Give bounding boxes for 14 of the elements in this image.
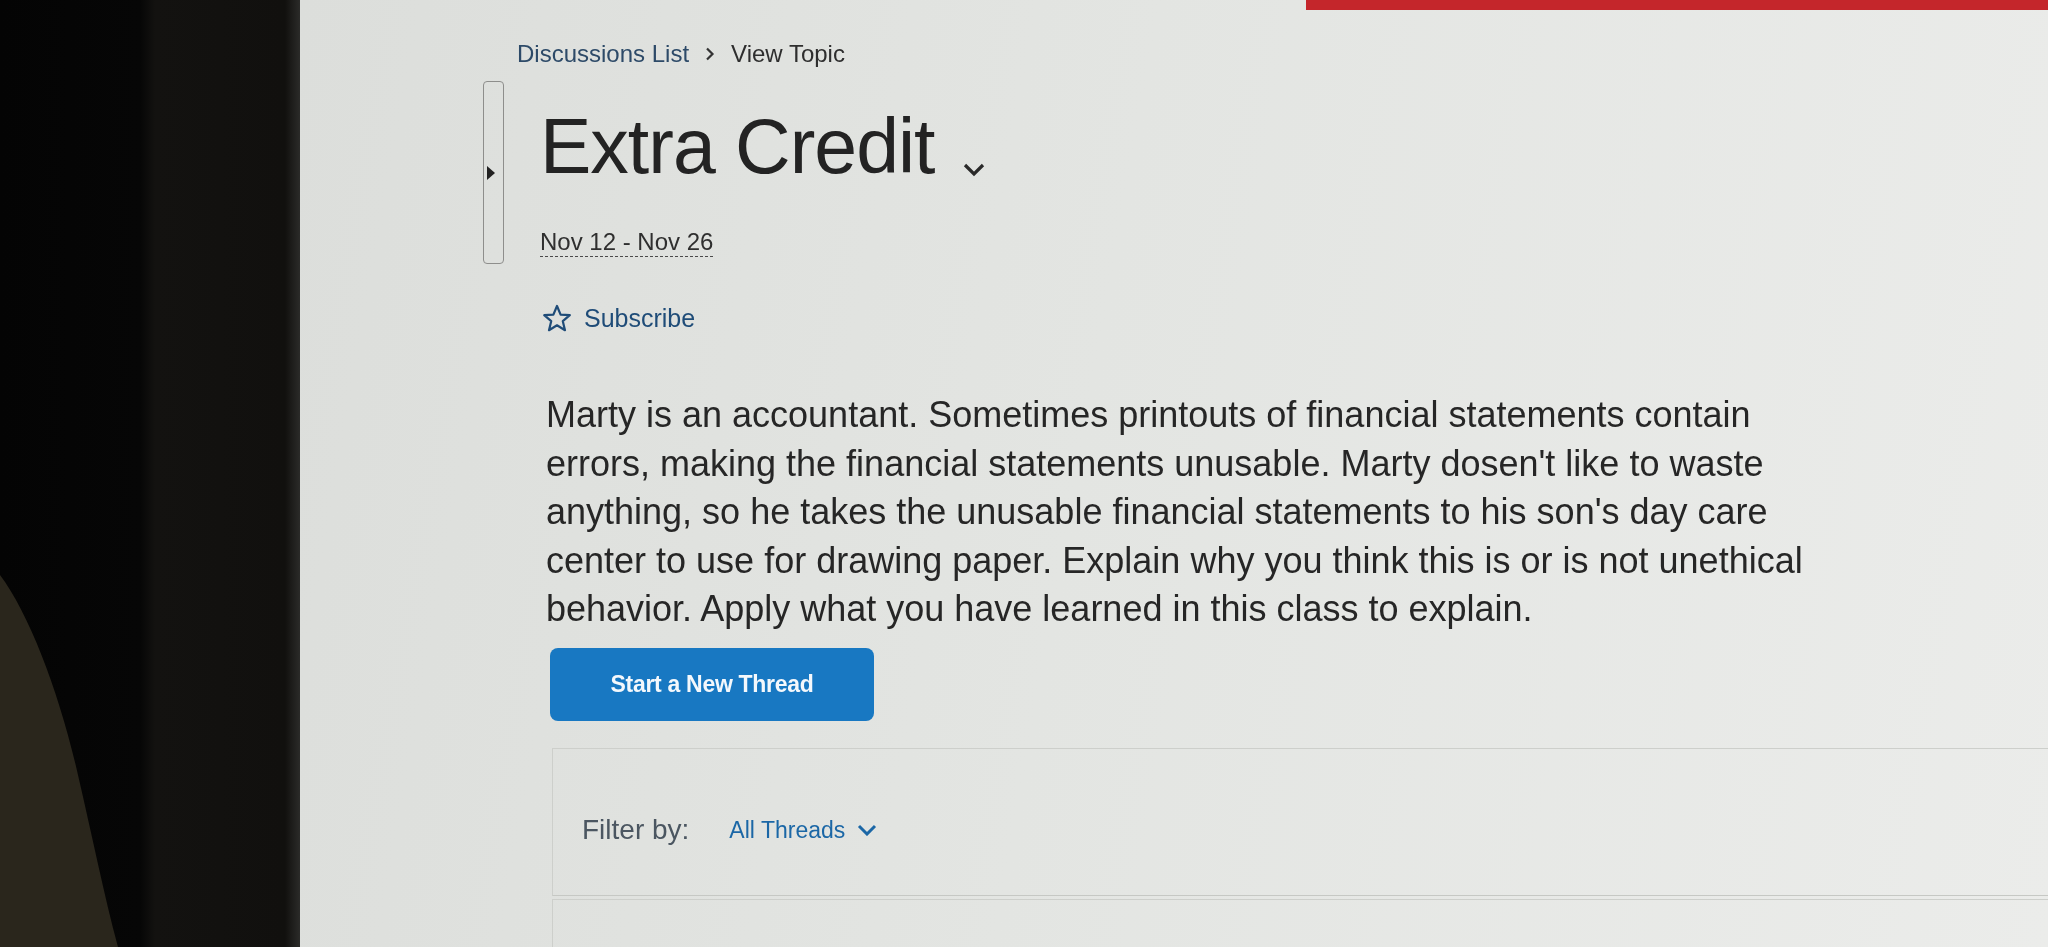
chevron-right-icon bbox=[705, 47, 716, 61]
filter-label: Filter by: bbox=[582, 812, 690, 847]
threads-filter-dropdown[interactable]: All Threads bbox=[729, 812, 878, 847]
triangle-right-icon bbox=[487, 165, 495, 180]
new-thread-button[interactable]: Start a New Thread bbox=[550, 647, 874, 721]
breadcrumb-link[interactable]: Discussions List bbox=[517, 39, 690, 69]
topic-title: Extra Credit bbox=[540, 102, 935, 191]
topic-description: Marty is an accountant. Sometimes printouts of financial statements contain errors, making the financial statements unusable. Marty dosen't like to waste anything, so he takes the unusable financial statements to his son's day care center to use for drawing paper. Explain why you think this is or is not unethical behavior. Apply what you have learned in this class to explain. bbox=[546, 393, 1804, 631]
breadcrumb-current: View Topic bbox=[731, 39, 845, 69]
side-panel-handle[interactable] bbox=[483, 81, 504, 264]
date-range: Nov 12 - Nov 26 bbox=[540, 228, 714, 257]
subscribe-button[interactable]: Subscribe bbox=[542, 302, 696, 334]
chevron-down-icon[interactable] bbox=[962, 163, 985, 177]
chevron-down-icon bbox=[857, 823, 878, 836]
